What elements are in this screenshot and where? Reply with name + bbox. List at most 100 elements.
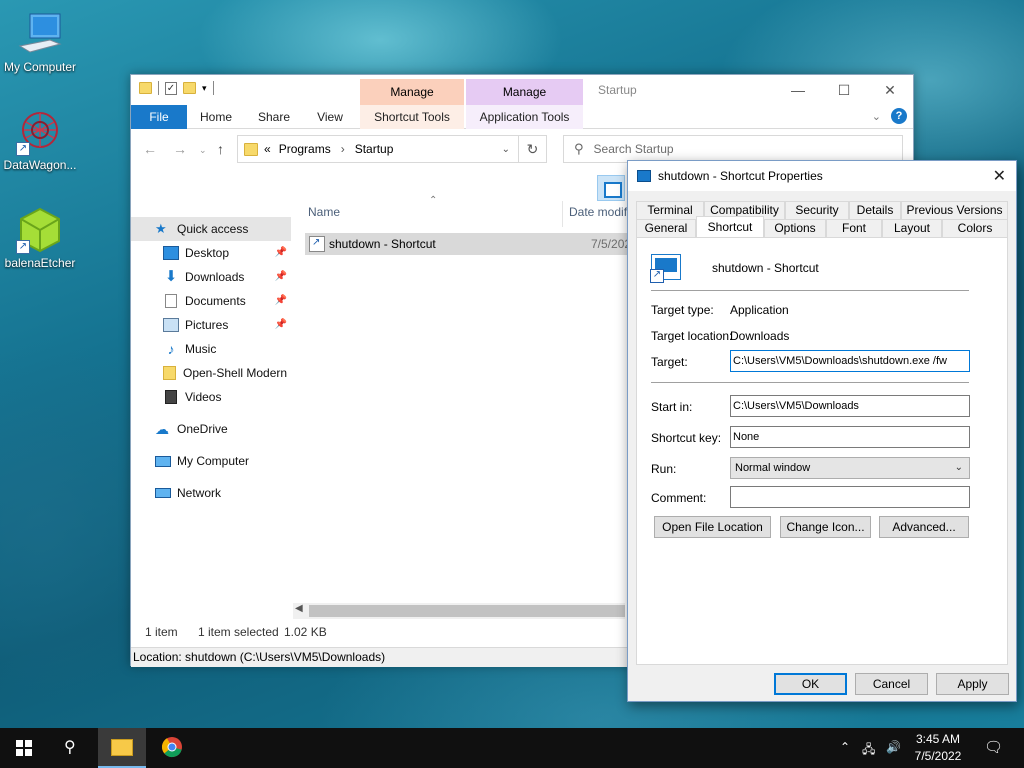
nav-item-open-shell[interactable]: Open-Shell Modern (131, 361, 291, 385)
maximize-button[interactable]: ☐ (821, 75, 867, 105)
item-count: 1 item (145, 625, 178, 639)
desktop-icon-datawagon[interactable]: ↗ DataWagon... (0, 108, 80, 172)
start-in-field[interactable]: C:\Users\VM5\Downloads (730, 395, 970, 417)
show-hidden-icons-chevron-icon[interactable]: ⌃ (840, 740, 850, 754)
windows-logo-icon (16, 740, 32, 756)
tab-colors[interactable]: Colors (942, 219, 1008, 237)
divider (651, 382, 969, 383)
pin-icon[interactable]: 📌 (275, 271, 287, 282)
taskbar: ⚲ ⌃ 🖧 🔊 3:45 AM 7/5/2022 🗨 (0, 728, 1024, 768)
search-button[interactable]: ⚲ (48, 728, 96, 768)
shortcut-file-icon (309, 236, 325, 252)
address-bar[interactable]: « Programs › Startup ⌄ (237, 135, 519, 163)
refresh-icon[interactable]: ↻ (519, 135, 547, 163)
sort-ascending-chevron-icon: ⌃ (429, 195, 438, 206)
new-folder-icon[interactable] (183, 82, 196, 94)
tab-details[interactable]: Details (849, 201, 901, 219)
shortcut-key-label: Shortcut key: (651, 431, 722, 445)
nav-item-documents[interactable]: Documents 📌 (131, 289, 291, 313)
help-icon[interactable]: ? (891, 108, 907, 124)
selected-count: 1 item selected (198, 625, 279, 639)
nav-item-desktop[interactable]: Desktop 📌 (131, 241, 291, 265)
run-label: Run: (651, 462, 677, 476)
desktop-icon-balenaetcher[interactable]: ↗ balenaEtcher (0, 206, 80, 270)
tab-share[interactable]: Share (249, 105, 299, 129)
back-arrow-icon[interactable]: ← (143, 141, 157, 157)
target-field[interactable]: C:\Users\VM5\Downloads\shutdown.exe /fw (730, 350, 970, 372)
pin-icon[interactable]: 📌 (275, 247, 287, 258)
recent-locations-chevron-icon[interactable]: ⌄ (199, 145, 207, 156)
shortcut-key-field[interactable]: None (730, 426, 970, 448)
tab-shortcut-tools[interactable]: Shortcut Tools (360, 105, 464, 129)
tab-file[interactable]: File (131, 105, 187, 129)
nav-label: Open-Shell Modern (183, 366, 288, 380)
folder-icon (139, 82, 152, 94)
explorer-titlebar[interactable]: ✓ ▾ Manage Manage Startup — ☐ ✕ (131, 75, 913, 105)
tab-options[interactable]: Options (764, 219, 826, 237)
tab-home[interactable]: Home (191, 105, 241, 129)
nav-item-quick-access[interactable]: ★ Quick access (131, 217, 291, 241)
start-button[interactable] (0, 728, 48, 768)
open-file-location-button[interactable]: Open File Location (654, 516, 771, 538)
details-view-button[interactable] (597, 175, 625, 201)
close-icon[interactable]: ✕ (993, 166, 1006, 186)
nav-item-music[interactable]: ♪ Music (131, 337, 291, 361)
ok-button[interactable]: OK (774, 673, 847, 695)
close-button[interactable]: ✕ (867, 75, 913, 105)
horizontal-scrollbar[interactable]: ◀ (293, 603, 625, 619)
tab-view[interactable]: View (307, 105, 353, 129)
advanced-button[interactable]: Advanced... (879, 516, 969, 538)
tab-shortcut[interactable]: Shortcut (696, 216, 764, 237)
run-select[interactable]: Normal window ⌄ (730, 457, 970, 479)
properties-check-icon[interactable]: ✓ (165, 81, 177, 95)
scroll-left-arrow-icon[interactable]: ◀ (295, 603, 303, 614)
taskbar-chrome[interactable] (148, 728, 196, 768)
pin-icon[interactable]: 📌 (275, 319, 287, 330)
tab-previous-versions[interactable]: Previous Versions (901, 201, 1008, 219)
column-header-name[interactable]: Name (308, 205, 340, 219)
star-icon: ★ (155, 221, 167, 236)
breadcrumb-programs[interactable]: Programs (279, 142, 331, 156)
scrollbar-thumb[interactable] (309, 605, 625, 617)
shortcut-tab-panel: shutdown - Shortcut Target type: Applica… (636, 237, 1008, 665)
expand-ribbon-icon[interactable]: ⌄ (872, 110, 881, 123)
comment-field[interactable] (730, 486, 970, 508)
volume-icon[interactable]: 🔊 (886, 740, 901, 754)
tab-terminal[interactable]: Terminal (636, 201, 704, 219)
cancel-button[interactable]: Cancel (855, 673, 928, 695)
address-overflow[interactable]: « (264, 142, 271, 156)
taskbar-clock[interactable]: 3:45 AM 7/5/2022 (908, 731, 968, 765)
nav-item-my-computer[interactable]: My Computer (131, 449, 291, 473)
nav-item-pictures[interactable]: Pictures 📌 (131, 313, 291, 337)
nav-item-network[interactable]: Network (131, 481, 291, 505)
apply-button[interactable]: Apply (936, 673, 1009, 695)
target-location-value: Downloads (730, 329, 790, 343)
forward-arrow-icon[interactable]: → (173, 141, 187, 157)
action-center-icon[interactable]: 🗨 (984, 738, 1003, 756)
tab-security[interactable]: Security (785, 201, 849, 219)
address-dropdown-chevron-icon[interactable]: ⌄ (502, 144, 510, 155)
dialog-titlebar[interactable]: shutdown - Shortcut Properties ✕ (628, 161, 1016, 191)
shortcut-icon (637, 170, 651, 182)
tab-application-tools[interactable]: Application Tools (466, 105, 583, 129)
network-tray-icon[interactable]: 🖧 (862, 740, 875, 761)
nav-item-onedrive[interactable]: ☁ OneDrive (131, 417, 291, 441)
change-icon-button[interactable]: Change Icon... (780, 516, 871, 538)
pin-icon[interactable]: 📌 (275, 295, 287, 306)
nav-item-downloads[interactable]: ⬇ Downloads 📌 (131, 265, 291, 289)
nav-item-videos[interactable]: Videos (131, 385, 291, 409)
shortcut-arrow-icon: ↗ (16, 240, 30, 254)
minimize-button[interactable]: — (775, 75, 821, 105)
tab-general[interactable]: General (636, 219, 696, 237)
tab-layout[interactable]: Layout (882, 219, 942, 237)
customize-toolbar-icon[interactable]: ▾ (202, 83, 207, 94)
breadcrumb-startup[interactable]: Startup (355, 142, 394, 156)
search-input[interactable]: ⚲ Search Startup (563, 135, 903, 163)
column-header-date[interactable]: Date modif (569, 205, 627, 219)
column-separator[interactable] (562, 201, 563, 227)
taskbar-file-explorer[interactable] (98, 728, 146, 768)
tab-font[interactable]: Font (826, 219, 882, 237)
desktop-icon-my-computer[interactable]: My Computer (0, 10, 80, 74)
context-group-manage-application: Manage (466, 79, 583, 105)
up-arrow-icon[interactable]: ↑ (217, 141, 224, 157)
